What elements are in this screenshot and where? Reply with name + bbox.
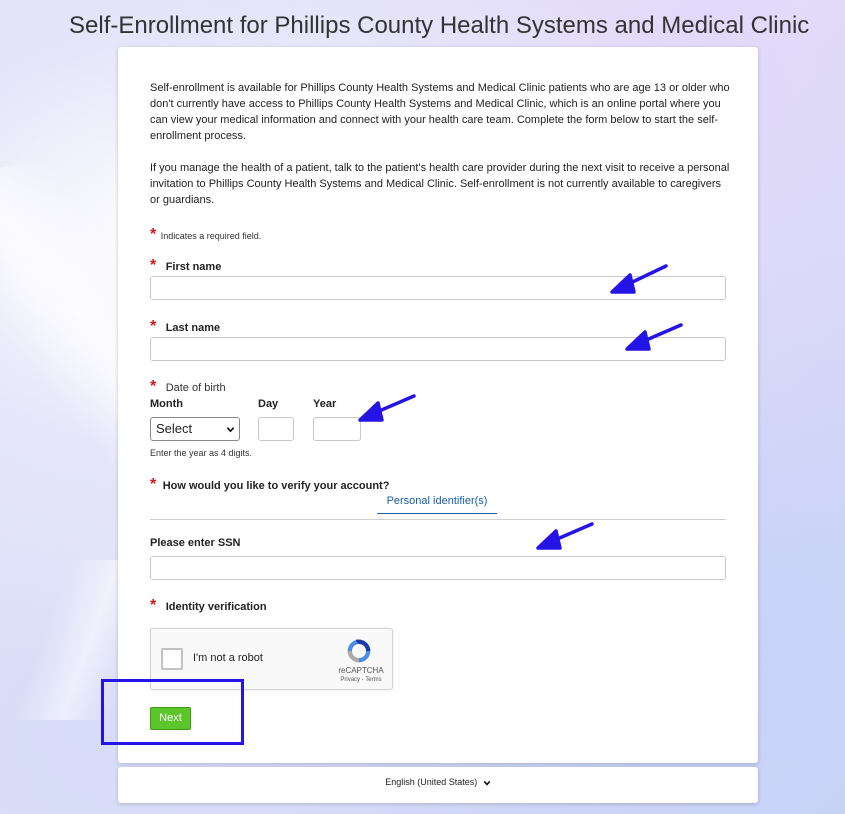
ssn-input[interactable] [150, 556, 726, 580]
required-asterisk: * [150, 226, 157, 243]
year-format-hint: Enter the year as 4 digits. [150, 448, 253, 458]
required-asterisk: * [150, 597, 157, 614]
date-of-birth-label: * Date of birth [150, 378, 226, 396]
required-asterisk: * [150, 318, 157, 335]
recaptcha-brand: reCAPTCHA [338, 666, 384, 675]
tab-personal-identifiers[interactable]: Personal identifier(s) [377, 495, 497, 514]
required-asterisk: * [150, 476, 157, 493]
identity-verification-label: * Identity verification [150, 597, 267, 615]
next-button[interactable]: Next [150, 707, 191, 730]
month-select[interactable]: Select [150, 417, 240, 441]
ssn-label: Please enter SSN [150, 537, 241, 549]
day-input[interactable] [258, 417, 294, 441]
intro-paragraph-caregivers: If you manage the health of a patient, t… [150, 162, 730, 206]
recaptcha-logo-icon [347, 639, 371, 663]
language-selector-label: English (United States) [385, 777, 478, 787]
last-name-input[interactable] [150, 337, 726, 361]
chevron-down-icon [483, 780, 491, 786]
last-name-label-text: Last name [165, 322, 221, 334]
language-selector[interactable]: English (United States) [118, 777, 758, 787]
chevron-down-icon [226, 427, 235, 433]
recaptcha-privacy-terms-link[interactable]: Privacy - Terms [331, 677, 391, 683]
required-asterisk: * [150, 257, 157, 274]
first-name-input[interactable] [150, 276, 726, 300]
required-field-note: * Indicates a required field. [150, 226, 261, 244]
recaptcha-label: I'm not a robot [193, 652, 263, 664]
verify-method-label-text: How would you like to verify your accoun… [162, 480, 390, 492]
required-asterisk: * [150, 378, 157, 395]
month-label: Month [150, 398, 183, 410]
last-name-label: * Last name [150, 318, 220, 336]
recaptcha-widget: I'm not a robot reCAPTCHA Privacy - Term… [150, 628, 393, 690]
section-divider [150, 519, 726, 520]
verify-method-label: * How would you like to verify your acco… [150, 476, 389, 494]
required-note-text: Indicates a required field. [160, 231, 262, 241]
first-name-label-text: First name [165, 261, 222, 273]
year-input[interactable] [313, 417, 361, 441]
day-label: Day [258, 398, 279, 410]
page-title: Self-Enrollment for Phillips County Heal… [69, 12, 810, 39]
footer-bar: English (United States) [118, 767, 758, 803]
first-name-label: * First name [150, 257, 221, 275]
year-label: Year [313, 398, 337, 410]
month-select-value: Select [156, 421, 193, 436]
recaptcha-checkbox[interactable] [161, 648, 183, 670]
date-of-birth-label-text: Date of birth [165, 382, 226, 394]
identity-verification-label-text: Identity verification [165, 601, 267, 613]
intro-paragraph: Self-enrollment is available for Phillip… [150, 82, 730, 142]
